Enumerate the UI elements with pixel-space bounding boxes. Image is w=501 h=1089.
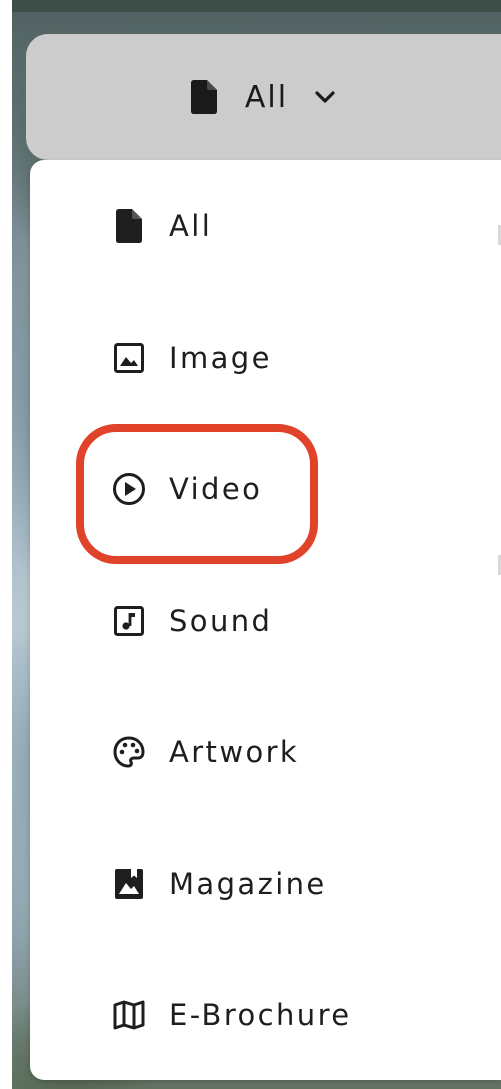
map-icon bbox=[112, 998, 146, 1032]
image-icon bbox=[112, 341, 146, 375]
menu-item-all[interactable]: All bbox=[30, 181, 501, 271]
filter-dropdown-menu: All Image Video Sound Artwork Magazine E… bbox=[30, 160, 501, 1080]
menu-item-e-brochure[interactable]: E-Brochure bbox=[30, 970, 501, 1060]
photo-book-icon bbox=[112, 867, 146, 901]
palette-icon bbox=[112, 735, 146, 769]
menu-item-sound[interactable]: Sound bbox=[30, 576, 501, 666]
file-icon bbox=[112, 209, 146, 243]
menu-item-video[interactable]: Video bbox=[30, 444, 501, 534]
menu-item-label: Image bbox=[169, 341, 272, 375]
menu-item-image[interactable]: Image bbox=[30, 313, 501, 403]
play-circle-icon bbox=[112, 472, 146, 506]
music-note-icon bbox=[112, 604, 146, 638]
menu-item-label: Magazine bbox=[169, 867, 327, 901]
menu-item-label: Artwork bbox=[169, 735, 300, 769]
menu-item-label: Sound bbox=[169, 604, 273, 638]
menu-item-label: E-Brochure bbox=[169, 998, 352, 1032]
menu-item-magazine[interactable]: Magazine bbox=[30, 839, 501, 929]
background-top-strip bbox=[12, 0, 501, 12]
file-icon bbox=[190, 80, 217, 114]
menu-item-artwork[interactable]: Artwork bbox=[30, 707, 501, 797]
chevron-down-icon bbox=[315, 91, 335, 103]
filter-selected-label: All bbox=[244, 79, 289, 115]
menu-item-label: All bbox=[169, 209, 213, 243]
filter-dropdown-button[interactable]: All bbox=[26, 34, 501, 160]
menu-item-label: Video bbox=[169, 472, 263, 506]
